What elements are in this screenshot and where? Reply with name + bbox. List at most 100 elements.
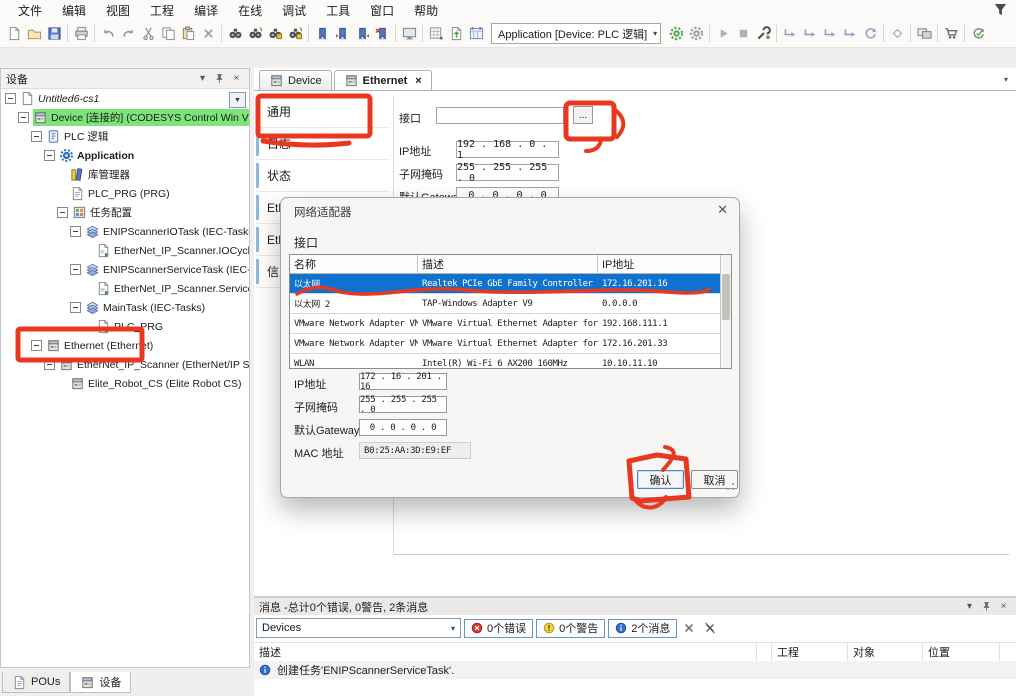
resize-grip[interactable] — [726, 480, 735, 494]
open-project-button[interactable] — [24, 24, 44, 44]
ok-button[interactable]: 确认 — [637, 470, 684, 489]
tree-item[interactable]: Untitled6-cs1 — [1, 89, 249, 108]
adapter-col-header[interactable]: 描述 — [418, 255, 598, 273]
editor-nav-tab-0[interactable]: 通用 — [256, 96, 390, 128]
adapter-row[interactable]: WLANIntel(R) Wi-Fi 6 AX200 160MHz10.10.1… — [290, 354, 731, 369]
messages-col-header[interactable]: 对象 — [848, 643, 923, 661]
tree-item[interactable]: Device [连接的] (CODESYS Control Win V3 x64… — [1, 108, 249, 127]
adapter-col-header[interactable]: IP地址 — [598, 255, 721, 273]
menu-item-1[interactable]: 编辑 — [52, 0, 96, 21]
bookmark-toggle-button[interactable] — [312, 24, 332, 44]
doc-tab-device[interactable]: Device — [259, 70, 332, 90]
window-layout-button[interactable] — [399, 24, 419, 44]
tree-item[interactable]: PLC_PRG — [1, 317, 249, 336]
tree-item[interactable]: EtherNet_IP_Scanner (EtherNet/IP Scanner… — [1, 355, 249, 374]
messages-col-header[interactable]: 位置 — [923, 643, 1000, 661]
tree-item[interactable]: ENIPScannerServiceTask (IEC-Tasks) — [1, 260, 249, 279]
tree-item[interactable]: Ethernet (Ethernet) — [1, 336, 249, 355]
menu-item-8[interactable]: 窗口 — [360, 0, 404, 21]
close-tab-icon[interactable]: × — [415, 75, 421, 87]
menu-item-3[interactable]: 工程 — [140, 0, 184, 21]
adapter-row[interactable]: VMware Network Adapter VMnet1VMware Virt… — [290, 314, 731, 334]
start-button[interactable] — [713, 24, 733, 44]
paste-button[interactable] — [178, 24, 198, 44]
build-button[interactable] — [426, 24, 446, 44]
menu-item-7[interactable]: 工具 — [316, 0, 360, 21]
panel-menu-icon[interactable]: ▾ — [195, 72, 210, 86]
cut-button[interactable] — [138, 24, 158, 44]
menu-item-0[interactable]: 文件 — [8, 0, 52, 21]
expander-icon[interactable] — [44, 359, 55, 370]
tree-dropdown-icon[interactable]: ▼ — [229, 92, 246, 108]
run-to-cursor-button[interactable] — [840, 24, 860, 44]
messages-col-header[interactable]: 描述 — [254, 643, 757, 661]
find-in-project-button[interactable] — [265, 24, 285, 44]
view-tab-设备[interactable]: 设备 — [70, 672, 131, 693]
dialog-field-value[interactable]: 172 . 16 . 201 . 16 — [359, 373, 447, 390]
clear-filtered-icon[interactable] — [701, 619, 719, 637]
messages-category-combo[interactable]: Devices ▾ — [256, 618, 461, 638]
replace-button[interactable] — [245, 24, 265, 44]
tree-item[interactable]: EtherNet_IP_Scanner.ServiceCycle — [1, 279, 249, 298]
filter-funnel-icon[interactable] — [993, 3, 1008, 18]
editor-nav-tab-1[interactable]: 日志 — [256, 128, 390, 160]
clear-messages-icon[interactable] — [680, 619, 698, 637]
stop-button[interactable] — [733, 24, 753, 44]
copy-button[interactable] — [158, 24, 178, 44]
interface-input[interactable] — [436, 107, 564, 124]
dialog-field-value[interactable]: 255 . 255 . 255 . 0 — [359, 396, 447, 413]
view-tab-pous[interactable]: POUs — [2, 672, 70, 693]
browse-button[interactable]: ... — [573, 106, 593, 124]
menu-item-5[interactable]: 在线 — [228, 0, 272, 21]
tab-list-dropdown-icon[interactable]: ▾ — [1004, 75, 1008, 84]
tree-item[interactable]: Elite_Robot_CS (Elite Robot CS) — [1, 374, 249, 393]
adapter-col-header[interactable]: 名称 — [290, 255, 418, 273]
delete-button[interactable] — [198, 24, 218, 44]
active-application-combo[interactable]: Application [Device: PLC 逻辑]▾ — [491, 23, 661, 44]
form-value-field[interactable]: 255 . 255 . 255 . 0 — [456, 164, 559, 181]
close-icon[interactable]: × — [229, 72, 244, 86]
expander-icon[interactable] — [70, 302, 81, 313]
breakpoint-button[interactable] — [887, 24, 907, 44]
undo-button[interactable] — [98, 24, 118, 44]
expander-icon[interactable] — [5, 93, 16, 104]
find-button[interactable] — [225, 24, 245, 44]
tree-item[interactable]: PLC_PRG (PRG) — [1, 184, 249, 203]
expander-icon[interactable] — [18, 112, 29, 123]
messages-col-header[interactable] — [757, 643, 772, 661]
tree-item[interactable]: ENIPScannerIOTask (IEC-Tasks) — [1, 222, 249, 241]
tree-item[interactable]: EtherNet_IP_Scanner.IOCycle — [1, 241, 249, 260]
menu-item-9[interactable]: 帮助 — [404, 0, 448, 21]
new-file-button[interactable] — [4, 24, 24, 44]
bookmark-previous-button[interactable] — [332, 24, 352, 44]
flow-control-button[interactable] — [914, 24, 934, 44]
menu-item-6[interactable]: 调试 — [272, 0, 316, 21]
expander-icon[interactable] — [70, 264, 81, 275]
expander-icon[interactable] — [31, 131, 42, 142]
tree-item[interactable]: Application — [1, 146, 249, 165]
menu-item-2[interactable]: 视图 — [96, 0, 140, 21]
table-scrollbar[interactable] — [720, 255, 731, 368]
online-config-button[interactable] — [753, 24, 773, 44]
message-row[interactable]: 创建任务'ENIPScannerServiceTask'. — [254, 661, 1016, 679]
dialog-close-icon[interactable]: ✕ — [717, 202, 728, 218]
close-icon[interactable]: × — [996, 600, 1011, 614]
cart-button[interactable] — [941, 24, 961, 44]
expander-icon[interactable] — [57, 207, 68, 218]
doc-tab-ethernet[interactable]: Ethernet× — [334, 70, 432, 90]
editor-nav-tab-2[interactable]: 状态 — [256, 160, 390, 192]
tree-item[interactable]: 任务配置 — [1, 203, 249, 222]
print-button[interactable] — [71, 24, 91, 44]
form-value-field[interactable]: 192 . 168 . 0 . 1 — [456, 141, 559, 158]
expander-icon[interactable] — [70, 226, 81, 237]
logout-button[interactable] — [686, 24, 706, 44]
tree-item[interactable]: PLC 逻辑 — [1, 127, 249, 146]
refresh-button[interactable] — [968, 24, 988, 44]
bookmark-clear-button[interactable] — [372, 24, 392, 44]
menu-item-4[interactable]: 编译 — [184, 0, 228, 21]
filter-info-badge[interactable]: 2个消息 — [608, 619, 677, 638]
scrollbar-thumb[interactable] — [722, 274, 730, 320]
replace-in-project-button[interactable] — [285, 24, 305, 44]
login-button[interactable] — [666, 24, 686, 44]
bookmark-next-button[interactable] — [352, 24, 372, 44]
